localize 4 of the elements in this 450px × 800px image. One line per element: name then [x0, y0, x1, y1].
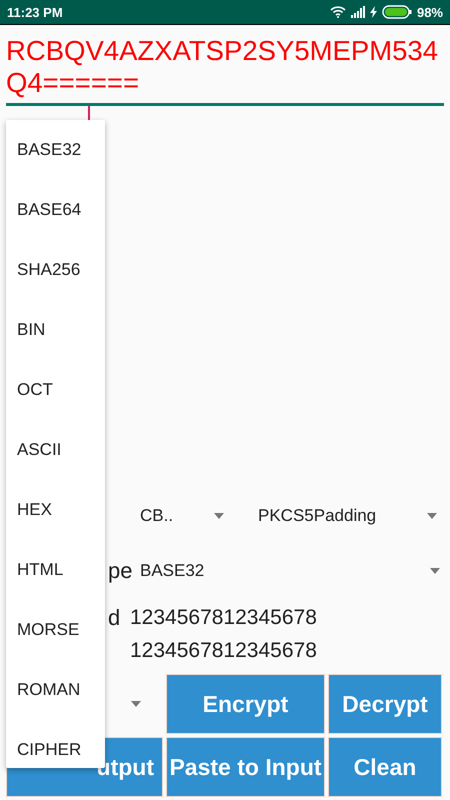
type-label: pe [108, 558, 132, 584]
key-label: d [108, 605, 120, 631]
status-time: 11:23 PM [7, 4, 63, 20]
battery-percent: 98% [416, 4, 443, 20]
